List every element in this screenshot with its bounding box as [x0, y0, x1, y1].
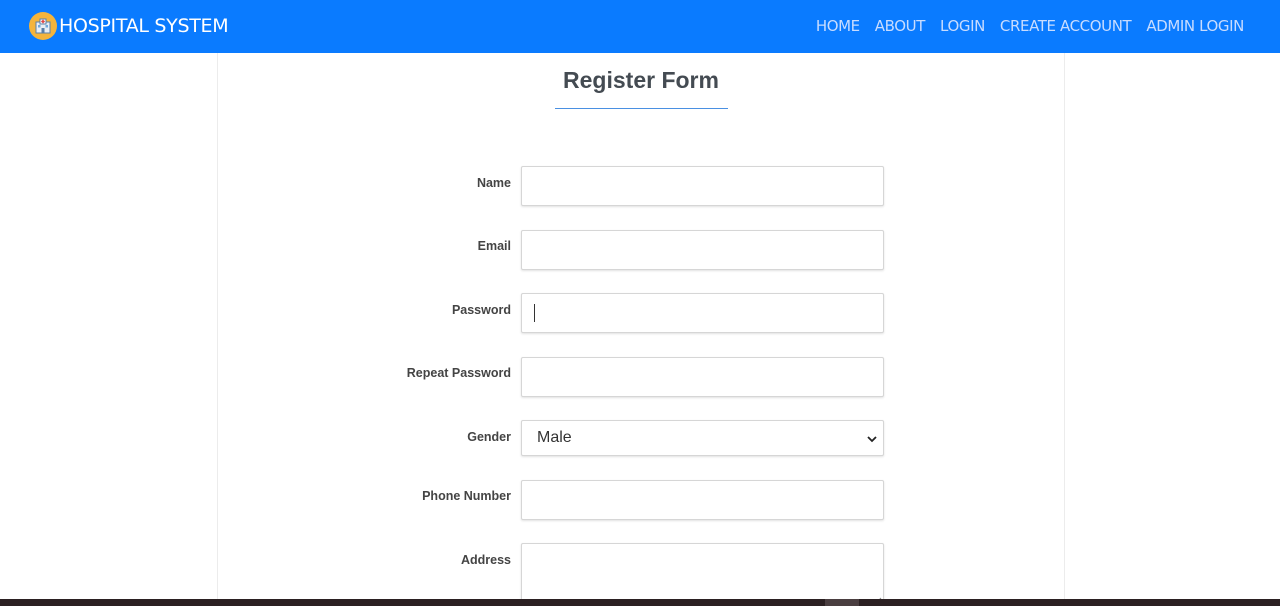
text-cursor	[534, 304, 535, 322]
gender-select[interactable]: Male	[521, 420, 884, 456]
email-field[interactable]	[521, 230, 884, 270]
password-label: Password	[451, 303, 511, 317]
top-navbar: HOSPITAL SYSTEM HOME ABOUT LOGIN CREATE …	[0, 0, 1280, 53]
hospital-icon	[29, 12, 57, 40]
resize-handle-icon[interactable]	[874, 591, 882, 604]
address-label: Address	[460, 553, 511, 567]
phone-input[interactable]	[522, 481, 883, 519]
repeat-password-input[interactable]	[522, 358, 883, 396]
address-textarea[interactable]	[521, 543, 884, 604]
register-form-panel: Register Form Name Email Password Repeat…	[217, 53, 1065, 604]
nav-menu: HOME ABOUT LOGIN CREATE ACCOUNT ADMIN LO…	[816, 17, 1245, 35]
nav-create-account[interactable]: CREATE ACCOUNT	[1000, 17, 1132, 35]
nav-home[interactable]: HOME	[816, 17, 860, 35]
chevron-down-icon	[865, 432, 879, 446]
nav-login[interactable]: LOGIN	[940, 17, 985, 35]
repeat-password-label: Repeat Password	[406, 366, 511, 380]
password-field[interactable]	[521, 293, 884, 333]
title-underline	[555, 108, 728, 109]
repeat-password-field[interactable]	[521, 357, 884, 397]
phone-field[interactable]	[521, 480, 884, 520]
name-field[interactable]	[521, 166, 884, 206]
email-label: Email	[477, 239, 511, 253]
page-title: Register Form	[563, 67, 719, 93]
brand-title: HOSPITAL SYSTEM	[59, 15, 229, 37]
taskbar-item	[825, 599, 859, 606]
bottom-taskbar	[0, 599, 1280, 606]
gender-label: Gender	[467, 430, 511, 444]
nav-admin-login[interactable]: ADMIN LOGIN	[1146, 17, 1244, 35]
nav-about[interactable]: ABOUT	[875, 17, 926, 35]
phone-label: Phone Number	[422, 489, 511, 503]
brand-link[interactable]: HOSPITAL SYSTEM	[29, 12, 229, 40]
gender-selected-value: Male	[537, 429, 572, 446]
email-input[interactable]	[522, 231, 883, 269]
name-input[interactable]	[522, 167, 883, 205]
password-input[interactable]	[522, 294, 883, 332]
name-label: Name	[476, 176, 511, 190]
